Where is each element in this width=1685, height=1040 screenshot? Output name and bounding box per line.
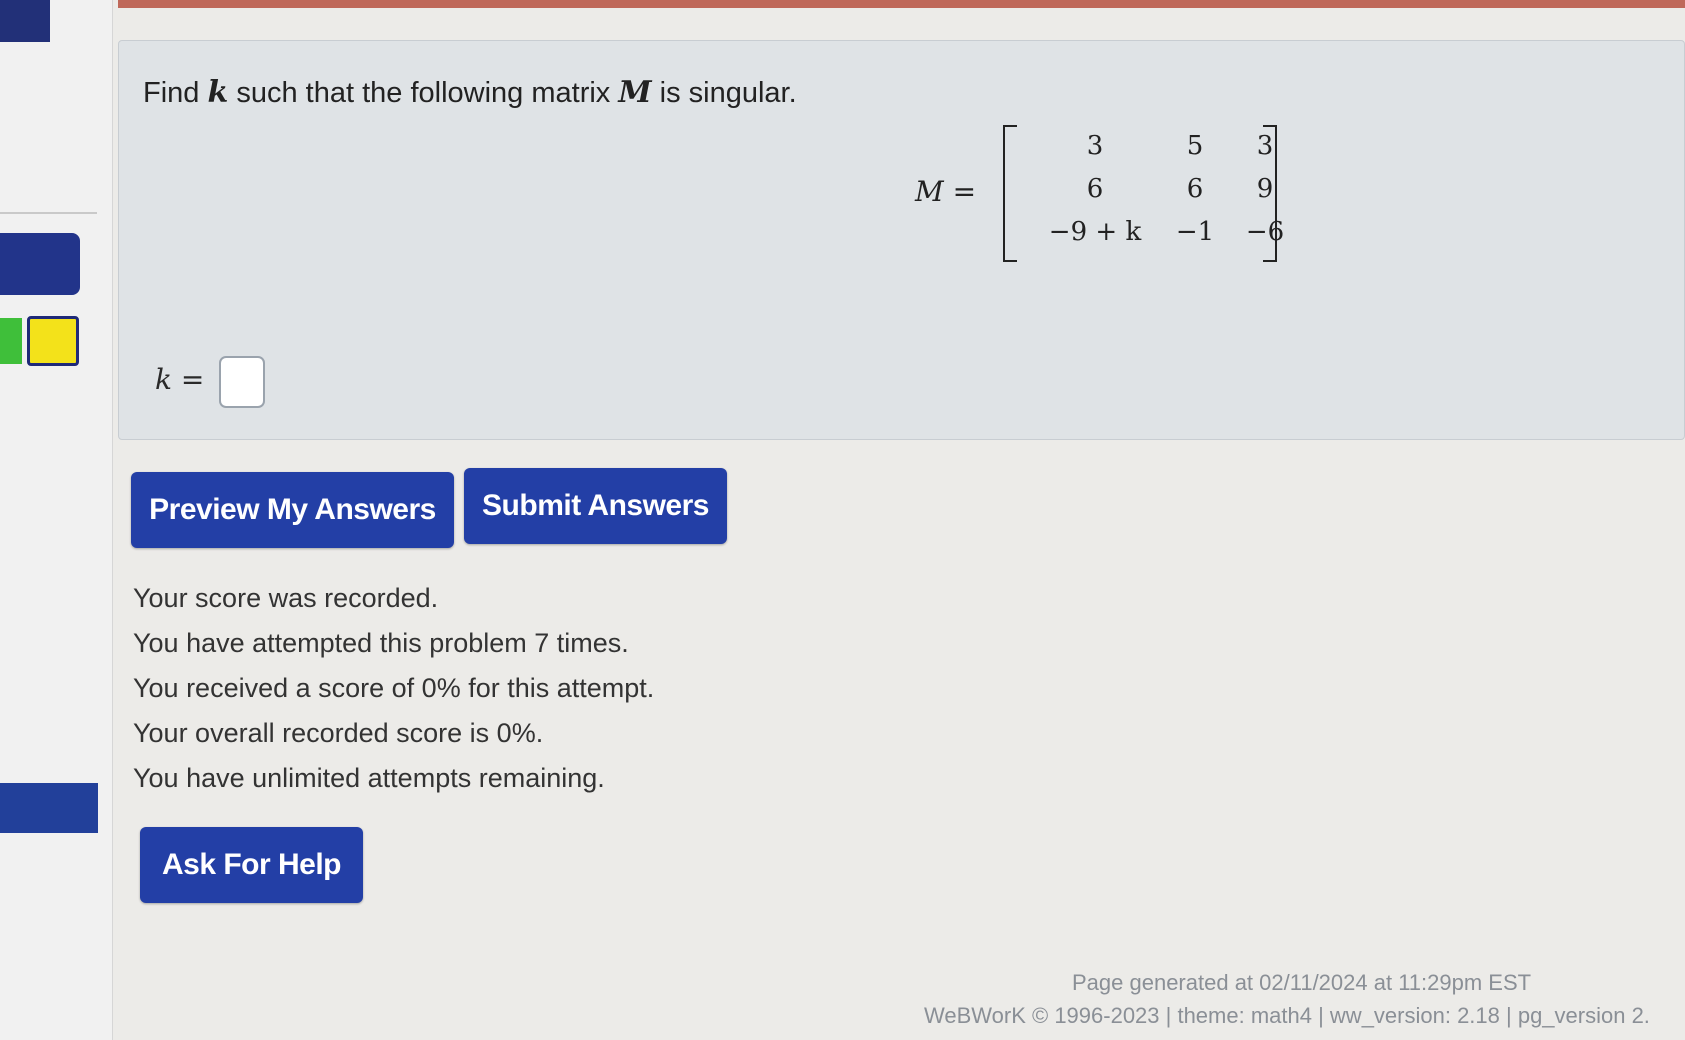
prompt-var-m: M — [618, 75, 652, 110]
sidebar-bottom-button[interactable] — [0, 783, 98, 833]
matrix-left-bracket — [1003, 125, 1017, 262]
footer-generated: Page generated at 02/11/2024 at 11:29pm … — [1072, 970, 1532, 995]
matrix-cell: 3 — [1256, 131, 1274, 161]
sidebar-nav-button[interactable] — [0, 233, 80, 295]
matrix-lhs: M = — [915, 175, 977, 208]
message-attempt-score: You received a score of 0% for this atte… — [133, 673, 655, 703]
preview-answers-button[interactable]: Preview My Answers — [131, 472, 454, 548]
prompt-var-k: k — [207, 75, 229, 110]
sidebar-divider — [0, 212, 97, 214]
matrix-cell: −6 — [1245, 217, 1285, 247]
top-decorative-strip — [118, 0, 1685, 8]
prompt-text-1: Find — [143, 77, 208, 109]
matrix-cell: 9 — [1256, 174, 1274, 204]
problem-prompt: Find k such that the following matrix M … — [143, 75, 797, 110]
problem-status-current-indicator[interactable] — [27, 316, 79, 366]
footer-copyright: WeBWorK © 1996-2023 | theme: math4 | ww_… — [924, 1003, 1650, 1028]
prompt-text-2: such that the following matrix — [228, 77, 619, 109]
message-attempt-count: You have attempted this problem 7 times. — [133, 628, 629, 658]
answer-input-k[interactable] — [219, 356, 265, 408]
sidebar — [0, 0, 113, 1040]
message-score-recorded: Your score was recorded. — [133, 583, 439, 613]
answer-label: k = — [155, 363, 205, 396]
attempt-messages: Your score was recorded. You have attemp… — [133, 576, 654, 801]
prompt-text-3: is singular. — [651, 77, 797, 109]
submit-answers-button[interactable]: Submit Answers — [464, 468, 727, 544]
problem-status-correct-indicator[interactable] — [0, 318, 22, 364]
message-overall-score: Your overall recorded score is 0%. — [133, 718, 544, 748]
ask-for-help-button[interactable]: Ask For Help — [140, 827, 363, 903]
message-attempts-remaining: You have unlimited attempts remaining. — [133, 763, 605, 793]
sidebar-top-tab[interactable] — [0, 0, 50, 42]
